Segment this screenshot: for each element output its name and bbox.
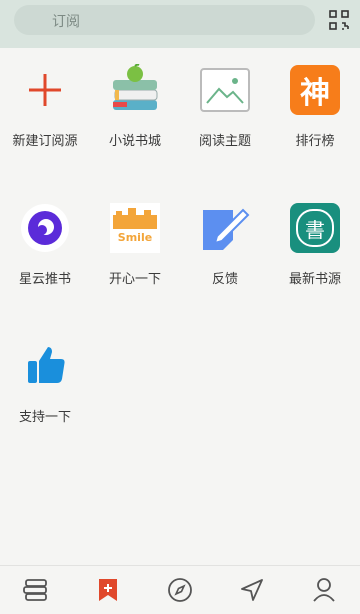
grid-item-label: 排行榜 — [295, 134, 335, 149]
bookshelf-icon — [23, 579, 47, 601]
books-apple-icon — [109, 64, 161, 116]
grid-item-support[interactable]: 支持一下 — [0, 324, 90, 444]
grid-item-reading-theme[interactable]: 阅读主题 — [180, 48, 270, 168]
tab-profile[interactable] — [288, 566, 360, 614]
grid-item-label: 小说书城 — [108, 134, 161, 149]
grid-item-ranking[interactable]: 神 排行榜 — [270, 48, 360, 168]
grid-item-label: 反馈 — [211, 272, 238, 287]
grid-item-feedback[interactable]: 反馈 — [180, 186, 270, 306]
tab-bookshelf[interactable] — [0, 566, 72, 614]
shen-rank-icon: 神 — [289, 64, 341, 116]
navigation-icon — [241, 579, 263, 601]
nebula-icon — [19, 202, 71, 254]
grid-item-new-source[interactable]: 新建订阅源 — [0, 48, 90, 168]
add-icon — [19, 64, 71, 116]
tab-discover[interactable] — [144, 566, 216, 614]
grid-item-label: 新建订阅源 — [12, 134, 78, 149]
book-source-icon: 書 — [289, 202, 341, 254]
search-input[interactable]: 订阅 — [14, 5, 315, 35]
compass-icon — [168, 578, 192, 602]
grid-item-smile[interactable]: Smile 开心一下 — [90, 186, 180, 306]
grid-item-label: 阅读主题 — [198, 134, 251, 149]
bottom-nav — [0, 565, 360, 614]
grid-item-nebula[interactable]: 星云推书 — [0, 186, 90, 306]
bookmark-add-icon — [99, 579, 117, 601]
image-theme-icon — [199, 64, 251, 116]
qr-scan-icon[interactable] — [328, 9, 350, 31]
search-placeholder: 订阅 — [52, 14, 80, 30]
grid-item-label: 星云推书 — [18, 272, 71, 287]
feedback-pencil-icon — [199, 202, 251, 254]
profile-icon — [313, 578, 335, 602]
grid-item-label: 开心一下 — [108, 272, 161, 287]
tab-navigation[interactable] — [216, 566, 288, 614]
grid-item-novel-store[interactable]: 小说书城 — [90, 48, 180, 168]
smile-icon: Smile — [109, 202, 161, 254]
grid-item-label: 支持一下 — [18, 410, 71, 425]
grid-item-latest-source[interactable]: 書 最新书源 — [270, 186, 360, 306]
tab-subscribe[interactable] — [72, 566, 144, 614]
grid-item-label: 最新书源 — [288, 272, 341, 287]
top-bar: 订阅 — [0, 0, 360, 48]
thumbs-up-icon — [19, 340, 71, 392]
